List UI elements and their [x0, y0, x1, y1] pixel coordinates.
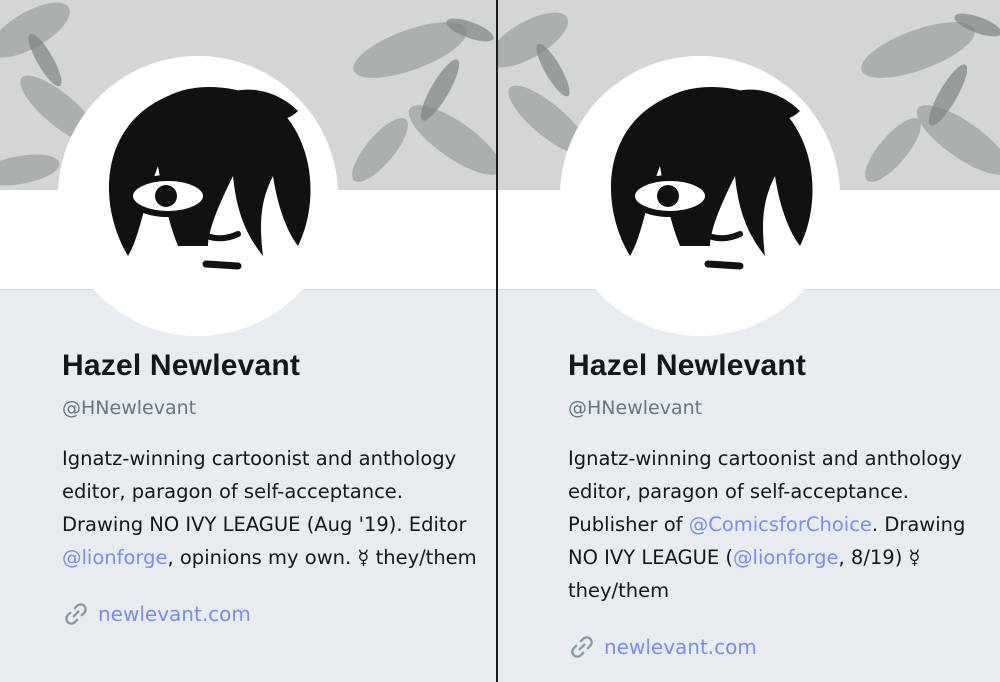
profile-info-left: Hazel Newlevant @HNewlevant Ignatz-winni…	[62, 348, 482, 628]
profile-avatar-left[interactable]	[58, 56, 338, 336]
link-icon	[571, 636, 593, 658]
avatar-illustration-icon	[58, 56, 338, 336]
display-name[interactable]: Hazel Newlevant	[568, 348, 988, 384]
user-handle[interactable]: @HNewlevant	[62, 396, 482, 420]
profile-bio: Ignatz-winning cartoonist and anthology …	[62, 442, 482, 574]
website-link[interactable]: newlevant.com	[604, 635, 757, 659]
profile-info-right: Hazel Newlevant @HNewlevant Ignatz-winni…	[568, 348, 988, 661]
mention-link[interactable]: @lionforge	[733, 546, 838, 569]
profile-bio: Ignatz-winning cartoonist and anthology …	[568, 442, 988, 607]
profile-avatar-right[interactable]	[560, 56, 840, 336]
mention-link[interactable]: @lionforge	[62, 546, 167, 569]
user-handle[interactable]: @HNewlevant	[568, 396, 988, 420]
website-row: newlevant.com	[62, 600, 482, 628]
website-row: newlevant.com	[568, 633, 988, 661]
bio-text: , opinions my own. ☿ they/them	[167, 546, 477, 569]
website-link[interactable]: newlevant.com	[98, 602, 251, 626]
bio-text: Ignatz-winning cartoonist and anthology …	[62, 447, 467, 536]
display-name[interactable]: Hazel Newlevant	[62, 348, 482, 384]
link-icon	[65, 603, 87, 625]
avatar-illustration-icon	[560, 56, 840, 336]
mention-link[interactable]: @ComicsforChoice	[689, 513, 872, 536]
